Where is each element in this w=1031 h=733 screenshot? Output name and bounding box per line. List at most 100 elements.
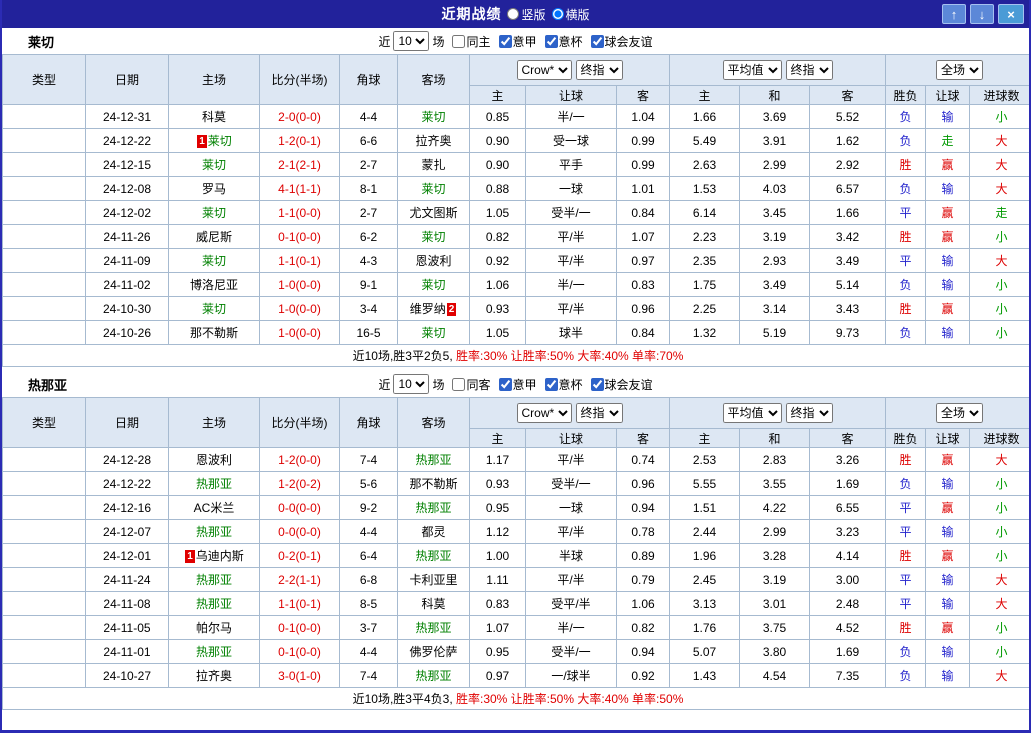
date-cell: 24-10-27 <box>85 663 169 688</box>
recent-count-select[interactable]: 10 <box>393 31 430 51</box>
euro-odds-cell: 3.23 <box>808 519 887 544</box>
asian-odds-cell: 0.93 <box>469 471 526 496</box>
euro-odds-cell: 5.14 <box>808 272 887 297</box>
odds-group-header: 全场 <box>885 397 1029 429</box>
euro-odds-cell: 2.44 <box>669 519 740 544</box>
vertical-layout-radio[interactable] <box>507 8 520 20</box>
score-cell: 1-2(0-1) <box>259 128 340 153</box>
euro-odds-cell: 4.52 <box>808 615 887 640</box>
date-cell: 24-12-31 <box>85 104 169 129</box>
result-cell: 走 <box>925 128 971 153</box>
asian-odds-cell: 半/一 <box>525 104 617 129</box>
checkbox-input[interactable] <box>544 377 558 391</box>
score-cell: 0-1(0-0) <box>259 224 340 249</box>
asian-odds-cell: 平/半 <box>525 567 617 592</box>
section-header: 热那亚近 10 场同客 意甲 意杯 球会友谊 <box>2 371 1029 397</box>
filter-checkbox-球会友谊[interactable]: 球会友谊 <box>590 376 653 393</box>
home-team-cell: 恩波利 <box>168 447 260 472</box>
team-name: 莱切 <box>28 34 55 50</box>
checkbox-input[interactable] <box>544 34 558 48</box>
team-label: 莱切 <box>421 182 446 196</box>
sub-column-header: 让球 <box>925 428 971 448</box>
away-team-cell: 卡利亚里 <box>397 567 470 592</box>
score-cell: 1-1(0-1) <box>259 248 340 273</box>
filter-checkbox-同主[interactable]: 同主 <box>452 33 491 50</box>
away-team-cell: 尤文图斯 <box>397 200 470 225</box>
column-header: 角球 <box>339 397 398 448</box>
corner-cell: 3-7 <box>339 615 398 640</box>
filter-checkbox-意杯[interactable]: 意杯 <box>544 33 583 50</box>
checkbox-input[interactable] <box>498 377 512 391</box>
odds-source-select[interactable]: 终指 <box>785 60 833 80</box>
matches-table: 类型 日期 主场 比分(半场) 角球 客场 Crow* 终指 平均值 终指 全场主让球客主和客胜负让… <box>2 397 1029 710</box>
checkbox-input[interactable] <box>498 34 512 48</box>
asian-odds-cell: 0.78 <box>616 519 670 544</box>
checkbox-input[interactable] <box>452 34 466 48</box>
sub-column-header: 客 <box>808 428 887 448</box>
result-cell: 输 <box>925 176 971 201</box>
close-button[interactable]: × <box>998 4 1024 24</box>
odds-source-select[interactable]: 终指 <box>575 403 623 423</box>
euro-odds-cell: 3.45 <box>739 200 810 225</box>
result-cell: 负 <box>885 639 927 664</box>
odds-source-select[interactable]: 终指 <box>575 60 623 80</box>
match-row: 意甲 24-12-22 1 莱切 1-2(0-1) 6-6 拉齐奥 0.90 受一球 0.99 5.… <box>2 128 1029 153</box>
euro-odds-cell: 3.80 <box>739 639 810 664</box>
match-row: 意甲 24-12-22 热那亚 1-2(0-2) 5-6 那不勒斯 0.93 受半/一 0.96… <box>2 471 1029 496</box>
asian-odds-cell: 0.94 <box>616 495 670 520</box>
odds-source-select[interactable]: Crow* <box>516 403 572 423</box>
away-team-cell: 都灵 <box>397 519 470 544</box>
euro-odds-cell: 2.48 <box>808 591 887 616</box>
asian-odds-cell: 0.96 <box>616 296 670 321</box>
odds-source-select[interactable]: Crow* <box>516 60 572 80</box>
move-up-button[interactable]: ↑ <box>942 4 966 24</box>
asian-odds-cell: 0.93 <box>469 296 526 321</box>
result-cell: 大 <box>969 663 1029 688</box>
sub-column-header: 进球数 <box>969 85 1029 105</box>
score-cell: 1-1(0-1) <box>259 591 340 616</box>
result-cell: 大 <box>969 591 1029 616</box>
checkbox-input[interactable] <box>452 377 466 391</box>
filter-checkbox-球会友谊[interactable]: 球会友谊 <box>590 33 653 50</box>
layout-option-horizontal[interactable]: 横版 <box>551 6 590 23</box>
rank-badge: 2 <box>446 303 457 316</box>
odds-source-select[interactable]: 平均值 <box>722 403 782 423</box>
checkbox-input[interactable] <box>590 377 604 391</box>
asian-odds-cell: 球半 <box>525 320 617 345</box>
euro-odds-cell: 3.19 <box>739 224 810 249</box>
team-label: 莱切 <box>201 206 226 220</box>
result-cell: 走 <box>969 200 1029 225</box>
home-team-cell: 莱切 <box>168 200 260 225</box>
team-label: 那不勒斯 <box>189 326 238 340</box>
rank-badge: 1 <box>185 550 195 563</box>
away-team-cell: 恩波利 <box>397 248 470 273</box>
recent-count-select[interactable]: 10 <box>393 374 430 394</box>
filter-checkbox-意杯[interactable]: 意杯 <box>544 376 583 393</box>
odds-source-select[interactable]: 平均值 <box>722 60 782 80</box>
odds-source-select[interactable]: 终指 <box>785 403 833 423</box>
rank-badge: 1 <box>197 135 207 148</box>
move-down-button[interactable]: ↓ <box>970 4 994 24</box>
result-cell: 平 <box>885 591 927 616</box>
asian-odds-cell: 1.07 <box>616 224 670 249</box>
result-cell: 小 <box>969 519 1029 544</box>
filter-checkbox-同客[interactable]: 同客 <box>452 376 491 393</box>
checkbox-input[interactable] <box>590 34 604 48</box>
result-cell: 胜 <box>885 296 927 321</box>
result-cell: 胜 <box>885 152 927 177</box>
asian-odds-cell: 0.89 <box>616 543 670 568</box>
horizontal-layout-radio[interactable] <box>551 8 564 20</box>
asian-odds-cell: 0.83 <box>616 272 670 297</box>
team-label: 那不勒斯 <box>409 477 458 491</box>
filter-checkbox-意甲[interactable]: 意甲 <box>498 376 537 393</box>
layout-option-vertical[interactable]: 竖版 <box>507 6 546 23</box>
team-label: 莱切 <box>201 254 226 268</box>
column-header: 比分(半场) <box>259 54 340 105</box>
result-cell: 小 <box>969 104 1029 129</box>
euro-odds-cell: 1.66 <box>669 104 740 129</box>
corner-cell: 9-2 <box>339 495 398 520</box>
odds-source-select[interactable]: 全场 <box>936 403 984 423</box>
league-cell: 意甲 <box>2 224 86 249</box>
filter-checkbox-意甲[interactable]: 意甲 <box>498 33 537 50</box>
odds-source-select[interactable]: 全场 <box>936 60 984 80</box>
